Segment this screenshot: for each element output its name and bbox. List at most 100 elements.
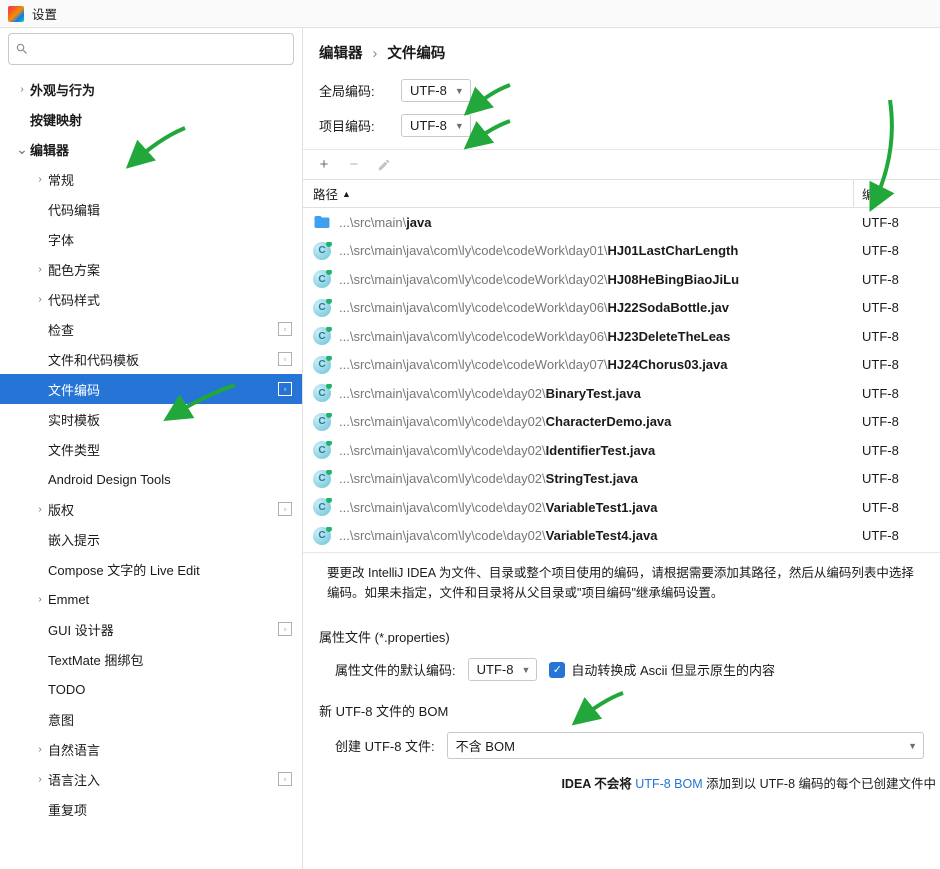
- chevron-right-icon[interactable]: ›: [32, 744, 48, 755]
- sidebar-item[interactable]: Compose 文字的 Live Edit: [0, 554, 302, 584]
- chevron-right-icon[interactable]: ›: [32, 174, 48, 185]
- class-file-icon: C: [313, 413, 331, 431]
- file-encoding[interactable]: UTF-8: [854, 243, 940, 258]
- file-encoding[interactable]: UTF-8: [854, 215, 940, 230]
- table-row[interactable]: C...\src\main\java\com\ly\code\day02\Str…: [303, 465, 940, 494]
- sidebar-item[interactable]: TODO: [0, 674, 302, 704]
- chevron-right-icon[interactable]: ›: [32, 594, 48, 605]
- file-encoding[interactable]: UTF-8: [854, 500, 940, 515]
- sidebar-item[interactable]: 字体: [0, 224, 302, 254]
- bom-combo[interactable]: 不含 BOM ▼: [447, 732, 924, 759]
- file-path: ...\src\main\java: [339, 215, 432, 230]
- sidebar-item[interactable]: 意图: [0, 704, 302, 734]
- sidebar-item-label: 字体: [48, 230, 292, 249]
- file-encoding[interactable]: UTF-8: [854, 329, 940, 344]
- col-encoding[interactable]: 编码: [854, 184, 940, 203]
- global-encoding-combo[interactable]: UTF-8 ▼: [401, 79, 471, 102]
- add-button[interactable]: +: [313, 154, 335, 176]
- sidebar-item[interactable]: 嵌入提示: [0, 524, 302, 554]
- class-file-icon: C: [313, 527, 331, 545]
- file-encoding[interactable]: UTF-8: [854, 443, 940, 458]
- sidebar-item[interactable]: ›自然语言: [0, 734, 302, 764]
- sidebar-item-label: 语言注入: [48, 770, 272, 789]
- table-row[interactable]: C...\src\main\java\com\ly\code\day02\Cha…: [303, 408, 940, 437]
- project-encoding-combo[interactable]: UTF-8 ▼: [401, 114, 471, 137]
- chevron-right-icon[interactable]: ›: [14, 84, 30, 95]
- chevron-right-icon[interactable]: ›: [32, 294, 48, 305]
- class-file-icon: C: [313, 470, 331, 488]
- sidebar-item-label: TextMate 捆绑包: [48, 650, 292, 669]
- table-row[interactable]: C...\src\main\java\com\ly\code\day02\Var…: [303, 522, 940, 551]
- chevron-down-icon[interactable]: ⌄: [14, 141, 30, 158]
- search-input[interactable]: [33, 42, 287, 57]
- sidebar-item-label: 配色方案: [48, 260, 292, 279]
- file-encoding[interactable]: UTF-8: [854, 386, 940, 401]
- sidebar-item[interactable]: TextMate 捆绑包: [0, 644, 302, 674]
- sidebar-item[interactable]: 重复项: [0, 794, 302, 824]
- settings-tree: ›外观与行为按键映射⌄编辑器›常规代码编辑字体›配色方案›代码样式检查▫文件和代…: [0, 70, 302, 869]
- table-row[interactable]: ...\src\main\java UTF-8: [303, 208, 940, 237]
- breadcrumb: 编辑器 › 文件编码: [303, 28, 940, 73]
- file-encoding[interactable]: UTF-8: [854, 357, 940, 372]
- sidebar-item-label: TODO: [48, 682, 292, 697]
- table-row[interactable]: C...\src\main\java\com\ly\code\day02\Bin…: [303, 379, 940, 408]
- bom-link[interactable]: UTF-8 BOM: [635, 777, 702, 791]
- file-encoding[interactable]: UTF-8: [854, 272, 940, 287]
- table-row[interactable]: C...\src\main\java\com\ly\code\day02\Ide…: [303, 436, 940, 465]
- crumb-parent[interactable]: 编辑器: [319, 46, 363, 62]
- table-row[interactable]: C...\src\main\java\com\ly\code\codeWork\…: [303, 294, 940, 323]
- sidebar-item[interactable]: Android Design Tools: [0, 464, 302, 494]
- chevron-right-icon[interactable]: ›: [32, 504, 48, 515]
- table-row[interactable]: C...\src\main\java\com\ly\code\codeWork\…: [303, 265, 940, 294]
- sidebar-item[interactable]: 文件类型: [0, 434, 302, 464]
- sidebar-item[interactable]: GUI 设计器▫: [0, 614, 302, 644]
- props-encoding-combo[interactable]: UTF-8 ▼: [468, 658, 538, 681]
- chevron-right-icon[interactable]: ›: [32, 774, 48, 785]
- sidebar-item[interactable]: ›外观与行为: [0, 74, 302, 104]
- class-file-icon: C: [313, 299, 331, 317]
- file-encoding[interactable]: UTF-8: [854, 300, 940, 315]
- class-file-icon: C: [313, 242, 331, 260]
- bom-footnote: IDEA 不会将 UTF-8 BOM 添加到以 UTF-8 编码的每个已创建文件…: [303, 765, 940, 800]
- ascii-checkbox[interactable]: ✓ 自动转换成 Ascii 但显示原生的内容: [549, 660, 775, 679]
- sidebar-item[interactable]: 代码编辑: [0, 194, 302, 224]
- remove-button[interactable]: −: [343, 154, 365, 176]
- sidebar-item[interactable]: 文件编码▫: [0, 374, 302, 404]
- sidebar-item[interactable]: ⌄编辑器: [0, 134, 302, 164]
- sidebar-item[interactable]: 按键映射: [0, 104, 302, 134]
- search-box[interactable]: [8, 33, 294, 65]
- col-path[interactable]: 路径 ▲: [303, 180, 854, 207]
- file-path: ...\src\main\java\com\ly\code\codeWork\d…: [339, 329, 730, 344]
- sidebar-item[interactable]: ›语言注入▫: [0, 764, 302, 794]
- table-row[interactable]: C ...\src\main\java\com\ly\code\codeWork\…: [303, 322, 940, 351]
- table-row[interactable]: C...\src\main\java\com\ly\code\codeWork\…: [303, 351, 940, 380]
- chevron-down-icon: ▼: [908, 741, 917, 751]
- sidebar-item-label: 检查: [48, 320, 272, 339]
- file-encoding[interactable]: UTF-8: [854, 471, 940, 486]
- window-title: 设置: [32, 4, 57, 23]
- file-encoding[interactable]: UTF-8: [854, 528, 940, 543]
- sidebar-item[interactable]: 检查▫: [0, 314, 302, 344]
- chevron-right-icon: ›: [373, 46, 378, 62]
- sidebar-item[interactable]: ›代码样式: [0, 284, 302, 314]
- sidebar-item[interactable]: ›常规: [0, 164, 302, 194]
- sidebar-item-label: 编辑器: [30, 140, 292, 159]
- table-row[interactable]: C...\src\main\java\com\ly\code\day02\Var…: [303, 493, 940, 522]
- props-section-title: 属性文件 (*.properties): [303, 613, 940, 652]
- sidebar-item[interactable]: ›版权▫: [0, 494, 302, 524]
- table-row[interactable]: C...\src\main\java\com\ly\code\codeWork\…: [303, 237, 940, 266]
- sidebar-item-label: 代码编辑: [48, 200, 292, 219]
- sidebar-item[interactable]: 实时模板: [0, 404, 302, 434]
- search-icon: [15, 42, 29, 56]
- sidebar-item-label: 意图: [48, 710, 292, 729]
- file-encoding[interactable]: UTF-8: [854, 414, 940, 429]
- project-scope-icon: ▫: [278, 382, 292, 396]
- project-scope-icon: ▫: [278, 502, 292, 516]
- class-file-icon: C: [313, 327, 331, 345]
- chevron-right-icon[interactable]: ›: [32, 264, 48, 275]
- sidebar-item[interactable]: ›配色方案: [0, 254, 302, 284]
- sidebar-item[interactable]: 文件和代码模板▫: [0, 344, 302, 374]
- sidebar-item[interactable]: ›Emmet: [0, 584, 302, 614]
- sort-asc-icon: ▲: [342, 189, 351, 199]
- edit-button[interactable]: [373, 154, 395, 176]
